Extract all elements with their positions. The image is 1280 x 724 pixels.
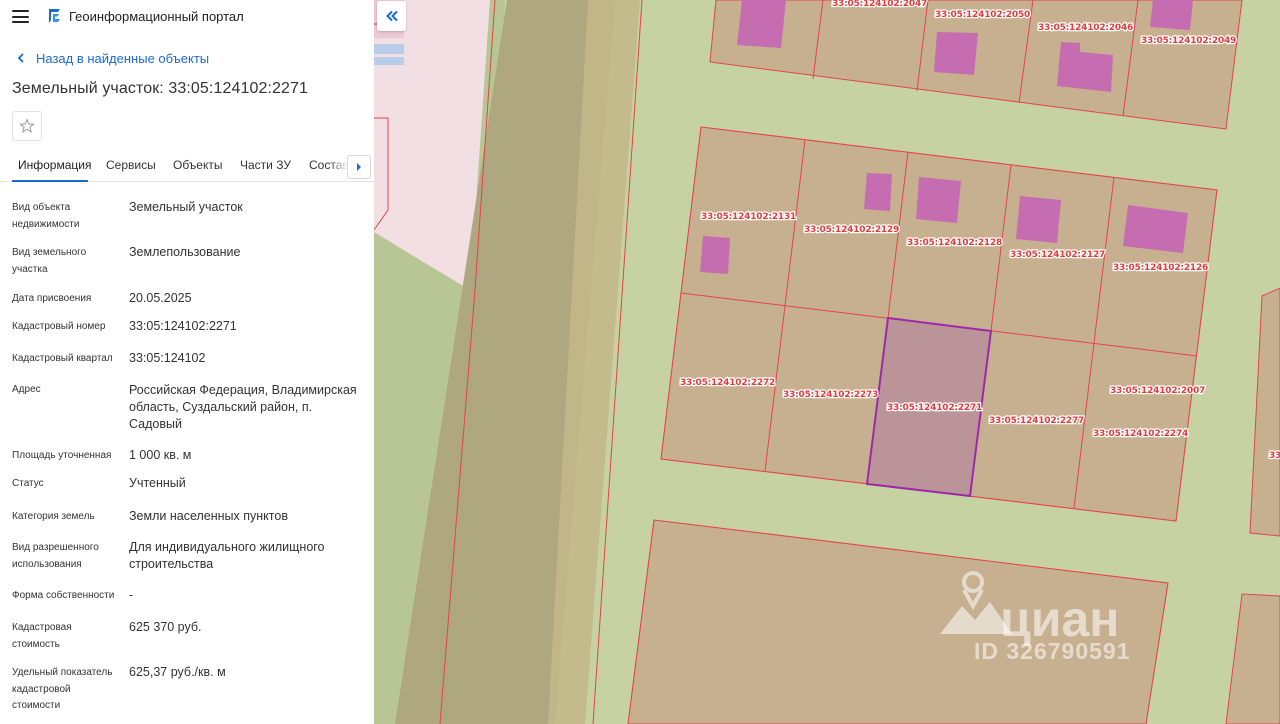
star-outline-icon — [19, 118, 35, 133]
parcel-label: 33:05:124102:2273 — [783, 390, 878, 400]
info-label: Площадь уточненная — [12, 450, 112, 461]
parcel-label: 33:05:124102:2277 — [989, 416, 1084, 426]
parcel-label: 33:05:124102:2129 — [804, 225, 899, 235]
building — [700, 236, 730, 274]
double-chevron-left-icon — [385, 10, 398, 22]
info-label: Кадастровый квартал — [12, 353, 113, 364]
hamburger-icon[interactable] — [12, 10, 29, 23]
info-label: Вид земельного участка — [12, 247, 87, 275]
building — [864, 173, 892, 211]
info-label: Дата присвоения — [12, 293, 92, 304]
parcel-label: 33:05:124102:2047 — [832, 0, 927, 9]
info-label: Категория земель — [12, 511, 95, 522]
page-title: Земельный участок: 33:05:124102:2271 — [12, 80, 309, 97]
cadastral-map[interactable]: 33:05:124102:2047 33:05:124102:2050 33:0… — [374, 0, 1280, 724]
info-value: 33:05:124102 — [129, 351, 206, 365]
info-value: 20.05.2025 — [129, 291, 192, 305]
parcel-label: 33:05:124102:2271 — [887, 403, 982, 413]
info-label: Статус — [12, 478, 44, 489]
water-strip — [374, 57, 404, 65]
tab-objects[interactable]: Объекты — [173, 158, 223, 172]
chevron-left-icon — [17, 53, 24, 63]
info-value: 625,37 руб./кв. м — [129, 665, 226, 679]
parcel-label: 33:05:124102:2274 — [1093, 429, 1188, 439]
info-value: Российская Федерация, Владимирская облас… — [129, 383, 357, 431]
parcel-label: 33:05:124102:2 — [1269, 451, 1280, 461]
info-value: - — [129, 588, 134, 602]
map-canvas[interactable]: 33:05:124102:2047 33:05:124102:2050 33:0… — [374, 0, 1280, 724]
info-label: Вид объекта недвижимости — [12, 202, 80, 230]
info-label: Адрес — [12, 384, 41, 395]
back-link-label: Назад в найденные объекты — [36, 50, 210, 66]
portal-logo-icon — [49, 9, 60, 23]
building — [737, 0, 786, 48]
info-value: Для индивидуального жилищного строительс… — [129, 540, 325, 571]
tab-services[interactable]: Сервисы — [106, 158, 156, 172]
info-value: 33:05:124102:2271 — [129, 319, 237, 333]
tab-bar: Информация Сервисы Объекты Части ЗУ Сост… — [0, 150, 374, 182]
parcel-label: 33:05:124102:2131 — [701, 212, 796, 222]
info-value: 1 000 кв. м — [129, 448, 192, 462]
tabs-scroll-right-button[interactable] — [347, 155, 371, 179]
tab-parts[interactable]: Части ЗУ — [240, 158, 291, 172]
info-label: Вид разрешенного использования — [12, 542, 99, 570]
info-value: 625 370 руб. — [129, 620, 202, 634]
chevron-right-icon — [357, 163, 361, 171]
back-to-results-link[interactable]: Назад в найденные объекты — [14, 49, 209, 67]
building — [1016, 196, 1061, 243]
object-info-panel: Геоинформационный портал Назад в найденн… — [0, 0, 374, 724]
tabs-fade — [330, 152, 348, 180]
info-label: Кадастровая стоимость — [12, 622, 72, 650]
app-title: Геоинформационный портал — [69, 9, 244, 24]
info-label: Удельный показатель кадастровой стоимост… — [12, 667, 113, 711]
parcel-label: 33:05:124102:2007 — [1110, 386, 1205, 396]
parcel-label: 33:05:124102:2128 — [907, 238, 1002, 248]
collapse-panel-button[interactable] — [377, 1, 406, 31]
info-value: Земли населенных пунктов — [129, 509, 288, 523]
building — [916, 177, 961, 223]
top-bar: Геоинформационный портал — [0, 0, 374, 34]
info-value: Земельный участок — [129, 200, 243, 214]
info-label: Кадастровый номер — [12, 321, 106, 332]
building — [934, 32, 978, 75]
parcel-label: 33:05:124102:2272 — [680, 378, 775, 388]
building — [1150, 0, 1193, 30]
parcel-label: 33:05:124102:2050 — [935, 10, 1030, 20]
tab-information[interactable]: Информация — [18, 158, 91, 172]
building — [1123, 205, 1188, 253]
favorite-button[interactable] — [12, 111, 42, 141]
parcel-label: 33:05:124102:2049 — [1141, 36, 1236, 46]
watermark-id: ID 326790591 — [974, 638, 1131, 664]
info-value: Землепользование — [129, 245, 241, 259]
parcel-label: 33:05:124102:2127 — [1010, 250, 1105, 260]
info-label: Форма собственности — [12, 590, 115, 601]
water-strip — [374, 44, 404, 54]
active-tab-indicator — [12, 180, 88, 182]
parcel-label: 33:05:124102:2126 — [1113, 263, 1208, 273]
parcel-label: 33:05:124102:2046 — [1038, 23, 1133, 33]
info-value: Учтенный — [129, 476, 186, 490]
